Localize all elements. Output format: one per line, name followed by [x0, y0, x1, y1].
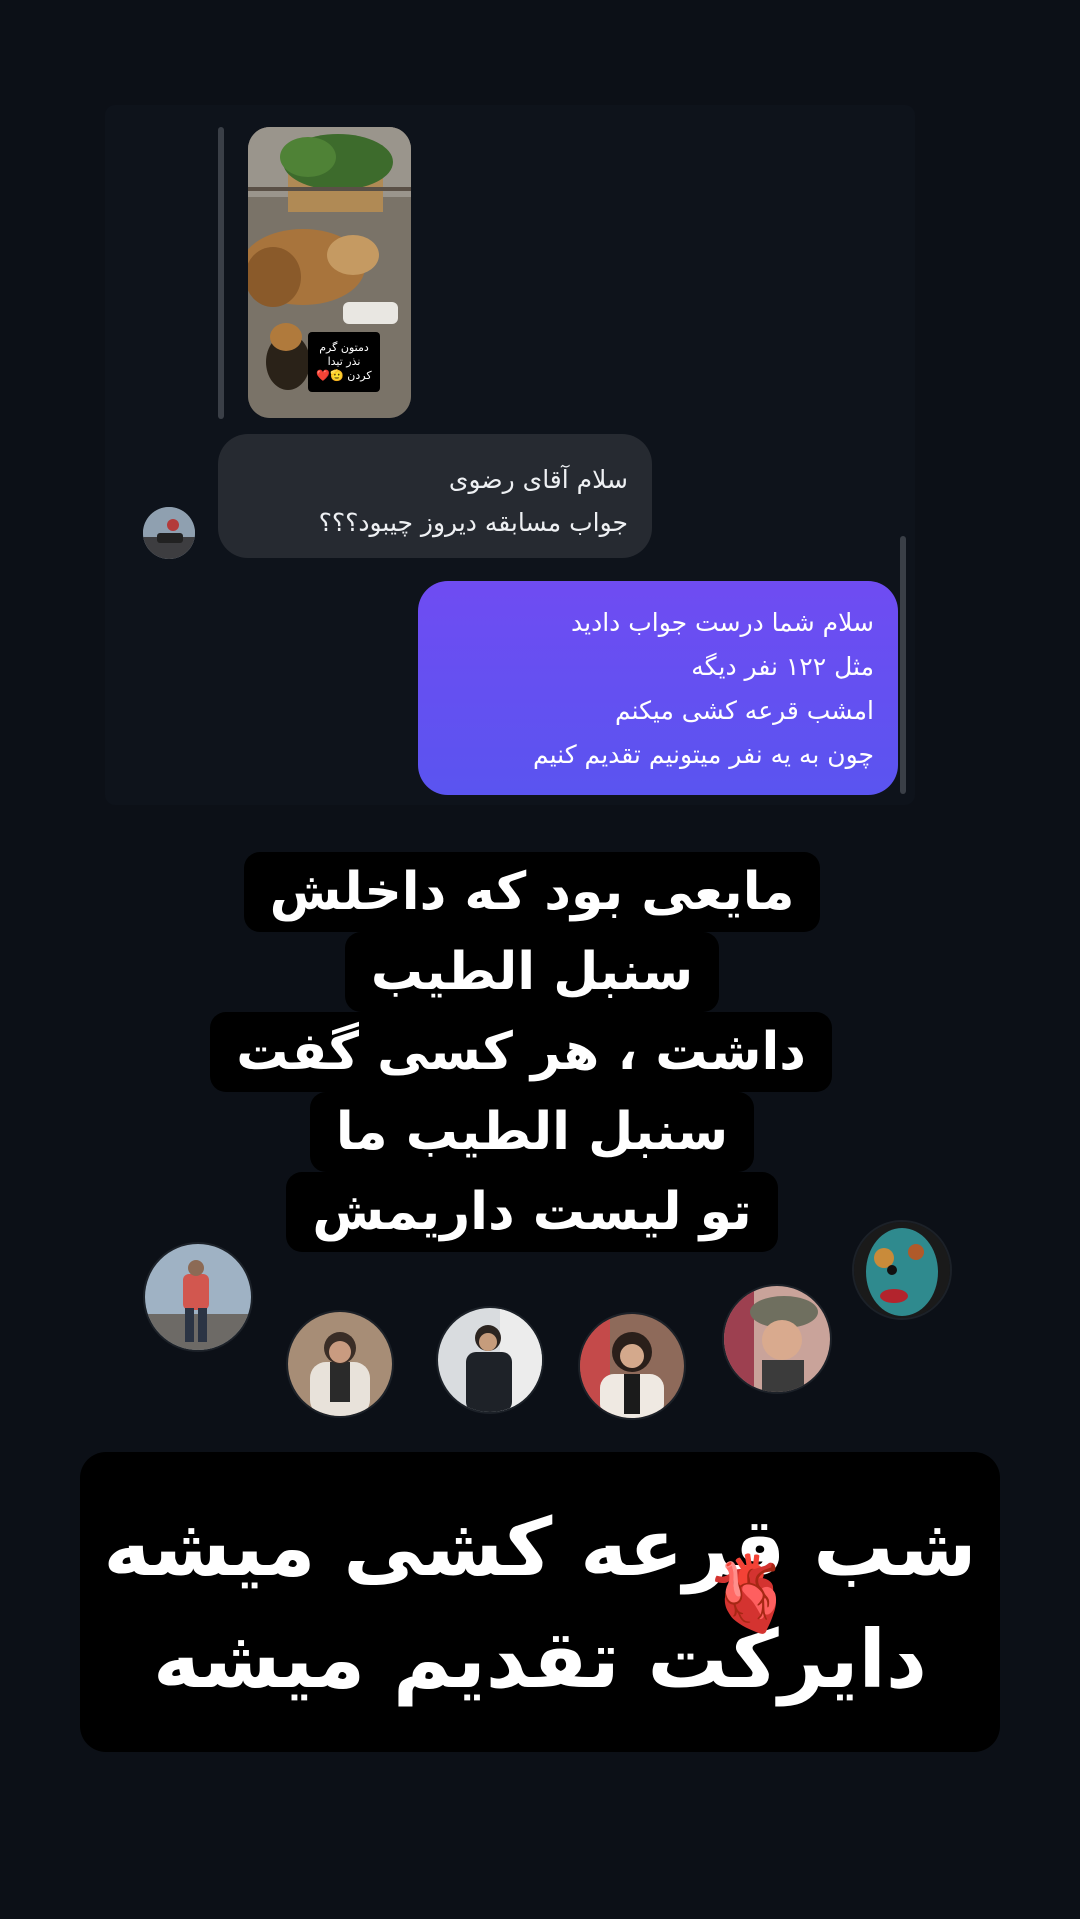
announcement-banner: شب قرعه کشی میشه دایرکت تقدیم میشه 🫀 [80, 1452, 1000, 1752]
sender-avatar[interactable] [143, 507, 195, 559]
message-line: جواب مسابقه دیروز چیبود؟؟؟ [318, 508, 628, 537]
message-line: سلام آقای رضوی [448, 465, 628, 494]
quote-text-overlay: مایعی بود که داخلش سنبل الطیب داشت ، هر … [210, 852, 832, 1252]
participant-photo [145, 1244, 251, 1350]
quote-line: داشت ، هر کسی گفت [210, 1012, 832, 1092]
quote-line: سنبل الطیب ما [309, 1092, 755, 1172]
participant-avatar[interactable] [722, 1284, 832, 1394]
participant-photo [288, 1312, 392, 1416]
participant-photo [438, 1308, 542, 1412]
participant-avatar[interactable] [852, 1220, 952, 1320]
quote-line: سنبل الطیب [344, 932, 720, 1012]
banner-line: دایرکت تقدیم میشه [153, 1613, 927, 1706]
quote-line: مایعی بود که داخلش [243, 852, 821, 932]
participant-avatar[interactable] [578, 1312, 686, 1420]
story-caption: دمتون گرم نذر تیدا کردن 🫡❤️ [308, 332, 380, 392]
story-reply-indicator [218, 127, 224, 419]
participant-avatar[interactable] [143, 1242, 253, 1352]
banner-line: شب قرعه کشی میشه [103, 1501, 977, 1594]
outgoing-thread-indicator [900, 536, 906, 794]
participant-avatar[interactable] [436, 1306, 544, 1414]
message-line: مثل ۱۲۲ نفر دیگه [691, 652, 874, 681]
message-line: چون به یه نفر میتونیم تقدیم کنیم [532, 740, 874, 769]
participant-photo [724, 1286, 830, 1392]
caption-line: نذر تیدا [327, 355, 361, 368]
message-line: سلام شما درست جواب دادید [571, 608, 874, 637]
caption-line: دمتون گرم [319, 341, 369, 354]
sender-avatar-image [143, 507, 195, 559]
incoming-message[interactable]: سلام آقای رضوی جواب مسابقه دیروز چیبود؟؟… [218, 434, 652, 558]
message-line: امشب قرعه کشی میکنم [614, 696, 874, 725]
story-thumbnail[interactable]: دمتون گرم نذر تیدا کردن 🫡❤️ [248, 127, 411, 418]
caption-line: کردن 🫡❤️ [316, 369, 372, 382]
participant-photo [854, 1222, 950, 1318]
quote-line: تو لیست داریمش [286, 1172, 778, 1252]
heart-sticker-icon: 🫀 [704, 1551, 797, 1637]
participant-avatar[interactable] [286, 1310, 394, 1418]
outgoing-message[interactable]: سلام شما درست جواب دادید مثل ۱۲۲ نفر دیگ… [418, 581, 898, 795]
participant-photo [580, 1314, 684, 1418]
